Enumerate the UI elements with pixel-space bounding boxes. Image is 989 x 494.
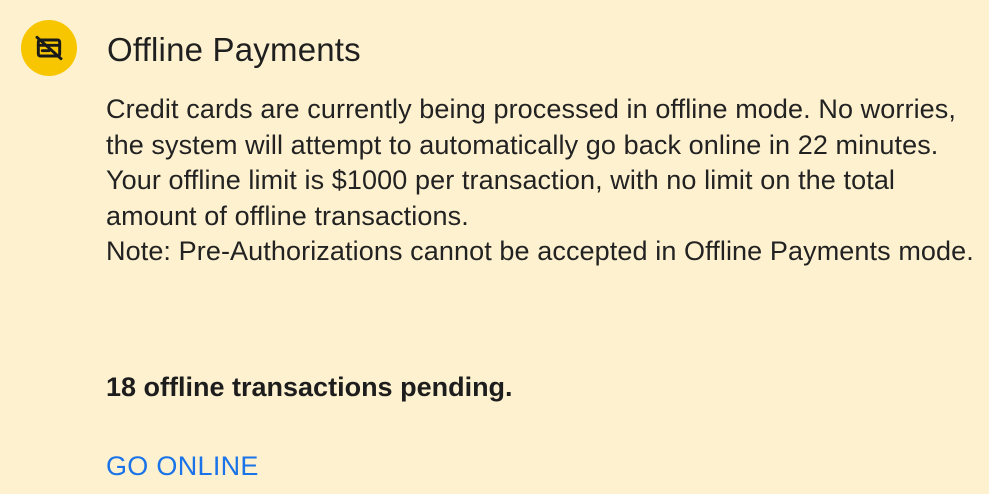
banner-message: Credit cards are currently being process… — [106, 94, 956, 231]
banner-title: Offline Payments — [107, 31, 361, 68]
pending-transactions-count: 18 offline transactions pending. — [106, 372, 513, 402]
banner-message-block: Credit cards are currently being process… — [106, 92, 986, 270]
banner-note: Note: Pre-Authorizations cannot be accep… — [106, 236, 974, 266]
offline-card-icon — [33, 32, 65, 64]
offline-payments-banner: Offline Payments Credit cards are curren… — [0, 0, 989, 494]
icon-badge — [21, 20, 77, 76]
go-online-button[interactable]: GO ONLINE — [106, 448, 259, 484]
